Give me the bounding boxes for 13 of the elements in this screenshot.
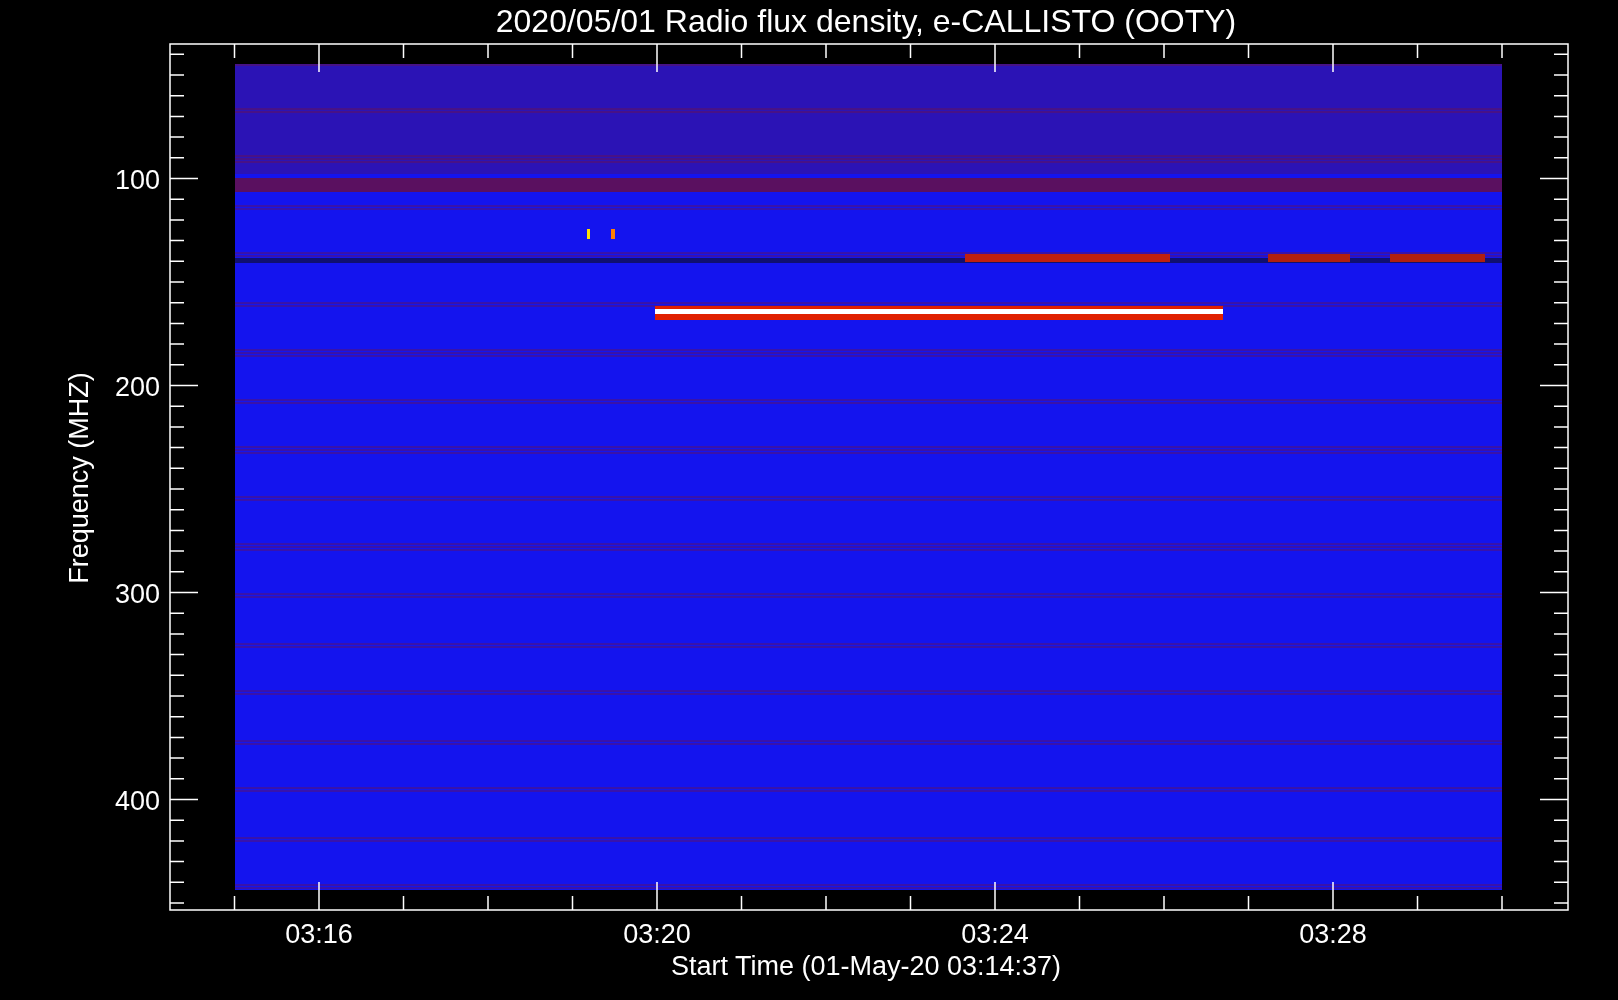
y-tick-label: 200 xyxy=(114,371,160,402)
x-axis-label: Start Time (01-May-20 03:14:37) xyxy=(670,951,1062,981)
burst-mark xyxy=(587,229,590,239)
burst-mark xyxy=(611,229,615,239)
x-tick-label: 03:16 xyxy=(285,919,353,949)
y-tick-label: 300 xyxy=(114,578,160,609)
x-tick-label: 03:28 xyxy=(1299,919,1367,949)
y-axis-label: Frequency (MHZ) xyxy=(64,372,94,584)
y-tick-label: 100 xyxy=(114,164,160,195)
y-tick-label: 400 xyxy=(114,785,160,816)
x-tick-label: 03:24 xyxy=(961,919,1029,949)
x-tick-label: 03:20 xyxy=(623,919,691,949)
chart-title: 2020/05/01 Radio flux density, e-CALLISTO (OOTY) xyxy=(495,3,1237,39)
